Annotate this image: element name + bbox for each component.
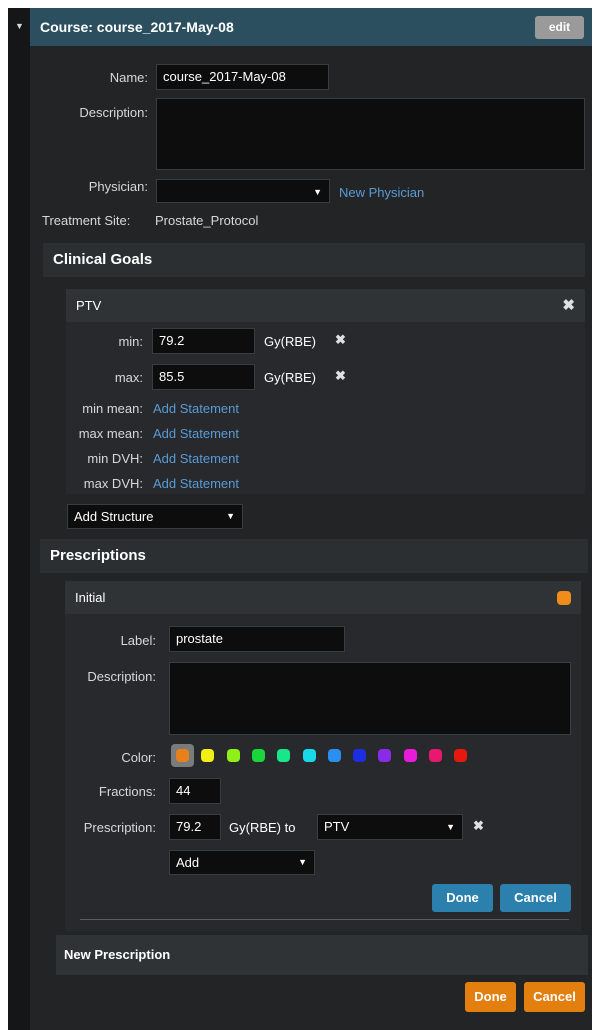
edit-button[interactable]: edit: [535, 16, 584, 39]
max-dvh-add-statement-link[interactable]: Add Statement: [153, 476, 239, 491]
new-prescription-bar[interactable]: New Prescription: [56, 935, 588, 975]
min-dvh-add-statement-link[interactable]: Add Statement: [153, 451, 239, 466]
prescription-initial-name: Initial: [75, 590, 106, 605]
color-label: Color:: [121, 750, 156, 765]
collapse-arrow-icon[interactable]: ▼: [15, 21, 24, 31]
cancel-button[interactable]: Cancel: [524, 982, 585, 1012]
prescriptions-header[interactable]: Prescriptions: [40, 539, 588, 573]
prescription-label-input[interactable]: prostate: [169, 626, 345, 652]
done-button[interactable]: Done: [465, 982, 516, 1012]
remove-prescription-target-icon[interactable]: ✖: [473, 818, 484, 834]
treatment-site-label: Treatment Site:: [42, 213, 131, 228]
prescription-dose-input[interactable]: 79.2: [169, 814, 221, 840]
prescription-status-indicator: [557, 591, 571, 605]
prescription-unit: Gy(RBE) to: [229, 820, 296, 835]
color-swatch-1[interactable]: [176, 749, 189, 762]
chevron-down-icon: ▼: [313, 187, 322, 197]
max-dvh-label: max DVH:: [83, 476, 143, 491]
min-unit: Gy(RBE): [264, 334, 316, 349]
max-label: max:: [114, 370, 143, 385]
min-dvh-label: min DVH:: [87, 451, 143, 466]
left-strip: [8, 8, 30, 1030]
color-swatch-11[interactable]: [429, 749, 442, 762]
color-swatch-9[interactable]: [378, 749, 392, 762]
clinical-goals-header[interactable]: Clinical Goals: [43, 243, 585, 277]
course-title: Course: course_2017-May-08: [40, 19, 234, 35]
prescription-target-select[interactable]: PTV ▼: [317, 814, 463, 840]
prescription-initial-header[interactable]: Initial: [65, 581, 581, 614]
add-select[interactable]: Add ▼: [169, 850, 315, 875]
chevron-down-icon: ▼: [226, 511, 235, 521]
remove-structure-icon[interactable]: ✖: [562, 296, 575, 314]
label-label: Label:: [120, 633, 156, 648]
min-mean-label: min mean:: [82, 401, 143, 416]
color-swatch-2[interactable]: [201, 749, 215, 762]
prescription-cancel-button[interactable]: Cancel: [500, 884, 571, 912]
prescription-description-textarea[interactable]: [169, 662, 571, 735]
color-swatch-4[interactable]: [251, 749, 265, 762]
goal-structure-header: PTV ✖: [66, 289, 585, 322]
description-label: Description:: [79, 105, 148, 120]
goal-structure-name: PTV: [76, 298, 102, 313]
new-physician-link[interactable]: New Physician: [339, 185, 424, 200]
prescription-label: Prescription:: [83, 820, 156, 835]
physician-select[interactable]: ▼: [156, 179, 330, 203]
fractions-label: Fractions:: [98, 784, 156, 799]
chevron-down-icon: ▼: [298, 857, 307, 867]
description-textarea[interactable]: [156, 98, 585, 170]
name-label: Name:: [109, 70, 148, 85]
prescription-target-value: PTV: [324, 819, 350, 834]
max-mean-label: max mean:: [78, 426, 143, 441]
prescription-done-button[interactable]: Done: [432, 884, 493, 912]
remove-min-icon[interactable]: ✖: [335, 332, 346, 348]
add-structure-select[interactable]: Add Structure ▼: [67, 504, 243, 529]
max-input[interactable]: 85.5: [152, 364, 255, 390]
color-swatch-6[interactable]: [302, 749, 316, 762]
min-mean-add-statement-link[interactable]: Add Statement: [153, 401, 239, 416]
color-swatch-5[interactable]: [277, 749, 291, 762]
max-mean-add-statement-link[interactable]: Add Statement: [153, 426, 239, 441]
divider: [80, 919, 569, 920]
color-swatch-3[interactable]: [226, 749, 240, 762]
add-structure-select-value: Add Structure: [74, 509, 154, 524]
goal-structure-ptv: PTV ✖: [66, 289, 585, 494]
color-swatch-10[interactable]: [403, 749, 417, 762]
max-unit: Gy(RBE): [264, 370, 316, 385]
course-panel: ▼ Course: course_2017-May-08 edit Name: …: [8, 8, 592, 1030]
color-swatch-8[interactable]: [353, 749, 367, 762]
physician-label: Physician:: [88, 179, 148, 194]
fractions-input[interactable]: 44: [169, 778, 221, 804]
name-input[interactable]: course_2017-May-08: [156, 64, 329, 90]
min-input[interactable]: 79.2: [152, 328, 255, 354]
chevron-down-icon: ▼: [446, 822, 455, 832]
prescription-description-label: Description:: [87, 669, 156, 684]
treatment-site-value: Prostate_Protocol: [155, 213, 259, 228]
color-swatch-7[interactable]: [327, 749, 341, 762]
remove-max-icon[interactable]: ✖: [335, 368, 346, 384]
color-swatch-12[interactable]: [454, 749, 468, 762]
min-label: min:: [118, 334, 143, 349]
add-select-value: Add: [176, 855, 200, 870]
course-header[interactable]: ▼ Course: course_2017-May-08 edit: [15, 8, 592, 46]
